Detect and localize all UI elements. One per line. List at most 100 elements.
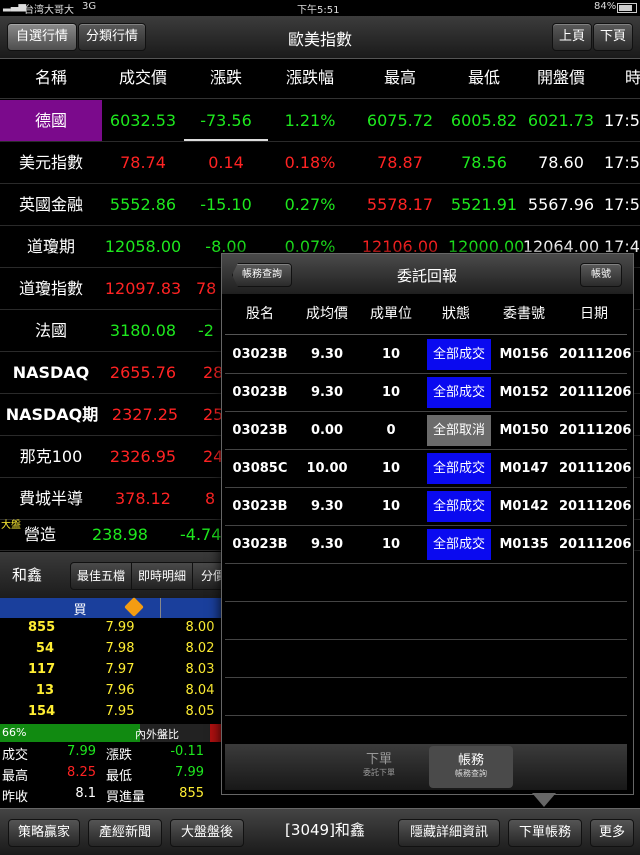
order-date: 20111206 bbox=[559, 461, 632, 476]
table-row[interactable]: 03085C 10.00 10 全部成交 M0147 20111206 bbox=[225, 450, 632, 488]
book-bid: 7.99 bbox=[105, 620, 135, 635]
book-qty: 54 bbox=[35, 641, 54, 656]
tab-account-sub: 帳務查詢 bbox=[455, 769, 487, 778]
order-avg: 9.30 bbox=[310, 385, 344, 400]
back-button[interactable]: 帳務查詢 bbox=[232, 263, 292, 287]
summary-label: 最低 bbox=[106, 769, 133, 784]
book-ask: 8.05 bbox=[185, 704, 215, 719]
inout-label: 內外盤比 bbox=[135, 728, 179, 741]
row-name: NASDAQ期 bbox=[5, 405, 99, 424]
table-row[interactable]: 03023B 0.00 0 全部取消 M0150 20111206 bbox=[225, 412, 632, 450]
tab-account[interactable]: 帳務 帳務查詢 bbox=[429, 746, 513, 788]
empty-row bbox=[225, 564, 627, 602]
clock: 下午5:51 bbox=[297, 5, 340, 16]
tab-category[interactable]: 分類行情 bbox=[78, 23, 146, 51]
table-row[interactable]: 03023B 9.30 10 全部成交 M0152 20111206 bbox=[225, 374, 631, 412]
order-date: 20111206 bbox=[559, 423, 632, 438]
row-name: 道瓊指數 bbox=[18, 279, 83, 298]
order-avg: 9.30 bbox=[310, 499, 344, 514]
account-button[interactable]: 帳號 bbox=[580, 263, 622, 287]
row-name: 道瓊期 bbox=[26, 237, 75, 256]
row-price: 12058.00 bbox=[104, 237, 182, 256]
order-code: 03023B bbox=[232, 423, 288, 438]
stock-name: 和鑫 bbox=[12, 566, 43, 584]
order-account-button[interactable]: 下單帳務 bbox=[508, 819, 582, 847]
tab-best5[interactable]: 最佳五檔 bbox=[70, 562, 132, 590]
row-name: 英國金融 bbox=[18, 195, 83, 214]
order-units: 10 bbox=[381, 537, 401, 552]
row-high: 5578.17 bbox=[366, 195, 434, 214]
row-pct: 0.27% bbox=[284, 195, 336, 214]
next-page-button[interactable]: 下頁 bbox=[593, 23, 633, 51]
table-row[interactable]: 03023B 9.30 10 全部成交 M0156 20111206 bbox=[225, 336, 631, 374]
row-high: 78.87 bbox=[377, 153, 423, 172]
book-bid: 7.95 bbox=[105, 704, 135, 719]
summary-value: 7.99 bbox=[67, 744, 96, 759]
popup-pointer bbox=[532, 793, 556, 807]
order-book: 855 7.99 8.00 54 7.98 8.02 117 7.97 8.03… bbox=[0, 620, 222, 724]
row-change: 24 bbox=[203, 447, 224, 466]
order-units: 10 bbox=[381, 347, 401, 362]
header-low: 最低 bbox=[467, 68, 500, 87]
row-name: 營造 bbox=[23, 525, 56, 544]
tab-ticks[interactable]: 即時明細 bbox=[131, 562, 193, 590]
row-high: 6075.72 bbox=[366, 111, 434, 130]
bottom-toolbar: 策略贏家 產經新聞 大盤盤後 [3049]和鑫 隱藏詳細資訊 下單帳務 更多 bbox=[0, 808, 640, 855]
more-button[interactable]: 更多 bbox=[590, 819, 634, 847]
current-stock-title: [3049]和鑫 bbox=[285, 821, 365, 839]
tab-watchlist[interactable]: 自選行情 bbox=[7, 23, 77, 51]
status-badge: 全部成交 bbox=[427, 529, 491, 560]
header-time: 時 bbox=[624, 68, 640, 87]
summary-row: 昨收 8.1 買進量 855 bbox=[0, 786, 222, 806]
after-market-button[interactable]: 大盤盤後 bbox=[170, 819, 244, 847]
tab-order-entry-sub: 委託下單 bbox=[363, 768, 395, 777]
row-low: 78.56 bbox=[461, 153, 507, 172]
prev-page-button[interactable]: 上頁 bbox=[552, 23, 592, 51]
table-row[interactable]: 美元指數 78.74 0.14 0.18% 78.87 78.56 78.60 … bbox=[0, 142, 640, 184]
row-price: 2655.76 bbox=[109, 363, 177, 382]
empty-row bbox=[225, 678, 627, 716]
order-avg: 9.30 bbox=[310, 537, 344, 552]
stock-header: 和鑫 最佳五檔 即時明細 分價 bbox=[0, 552, 234, 598]
row-change: -73.56 bbox=[184, 100, 268, 141]
hide-detail-button[interactable]: 隱藏詳細資訊 bbox=[398, 819, 500, 847]
row-name: 費城半導 bbox=[18, 489, 83, 508]
status-badge: 全部成交 bbox=[427, 453, 491, 484]
table-row[interactable]: 英國金融 5552.86 -15.10 0.27% 5578.17 5521.9… bbox=[0, 184, 640, 226]
popup-header: 帳務查詢 委託回報 帳號 bbox=[222, 254, 633, 294]
header-open: 開盤價 bbox=[536, 68, 585, 87]
order-units: 10 bbox=[381, 499, 401, 514]
book-row: 13 7.96 8.04 bbox=[0, 683, 222, 703]
tab-order-entry[interactable]: 下單 委託下單 bbox=[335, 748, 423, 788]
battery-percent: 84% bbox=[594, 1, 617, 12]
order-units: 10 bbox=[381, 461, 401, 476]
summary-label: 買進量 bbox=[106, 790, 146, 805]
network-label: 3G bbox=[82, 1, 97, 12]
order-number: M0150 bbox=[499, 423, 549, 438]
row-time: 17:5 bbox=[604, 195, 640, 214]
news-button[interactable]: 產經新聞 bbox=[88, 819, 162, 847]
inout-pct: 66% bbox=[2, 726, 27, 739]
popup-header-date: 日期 bbox=[580, 306, 608, 322]
nav-bar: 自選行情 分類行情 歐美指數 上頁 下頁 bbox=[0, 16, 640, 59]
table-row[interactable]: 03023B 9.30 10 全部成交 M0135 20111206 bbox=[225, 526, 631, 564]
table-row[interactable]: 德國 6032.53 -73.56 1.21% 6075.72 6005.82 … bbox=[0, 100, 640, 142]
table-row[interactable]: 03023B 9.30 10 全部成交 M0142 20111206 bbox=[225, 488, 631, 526]
book-qty: 855 bbox=[28, 620, 56, 635]
summary-value: 8.1 bbox=[75, 786, 96, 801]
header-change: 漲跌 bbox=[209, 68, 242, 87]
order-units: 10 bbox=[381, 385, 401, 400]
order-code: 03085C bbox=[232, 461, 288, 476]
book-bid: 7.98 bbox=[105, 641, 135, 656]
popup-header-avg: 成均價 bbox=[306, 306, 348, 322]
row-price: 378.12 bbox=[115, 489, 171, 508]
book-ask: 8.03 bbox=[185, 662, 215, 677]
summary-value: -0.11 bbox=[170, 744, 204, 759]
summary-value: 8.25 bbox=[67, 765, 96, 780]
row-price: 6032.53 bbox=[109, 111, 177, 130]
strategy-button[interactable]: 策略贏家 bbox=[8, 819, 80, 847]
book-qty: 13 bbox=[35, 683, 54, 698]
order-report-popup: 帳務查詢 委託回報 帳號 股名 成均價 成單位 狀態 委書號 日期 03023B… bbox=[221, 253, 634, 795]
order-avg: 10.00 bbox=[306, 461, 348, 476]
row-open: 5567.96 bbox=[527, 195, 595, 214]
